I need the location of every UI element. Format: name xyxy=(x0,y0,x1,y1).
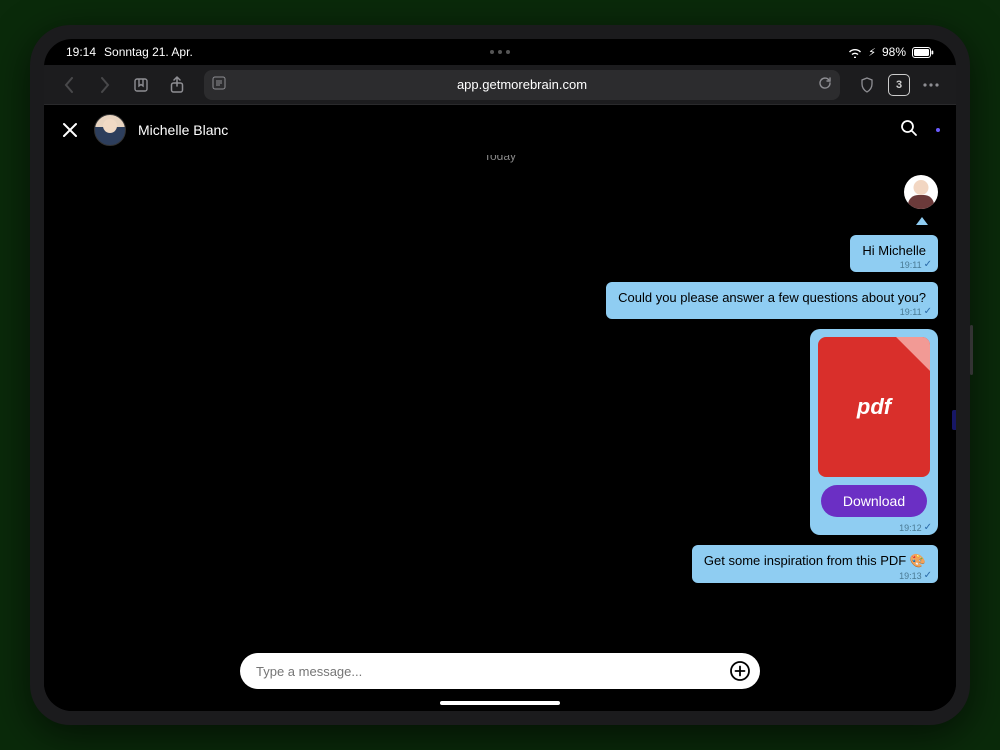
message-bubble[interactable]: Get some inspiration from this PDF 🎨 19:… xyxy=(692,545,938,583)
back-button[interactable] xyxy=(54,70,84,100)
share-button[interactable] xyxy=(162,70,192,100)
tabs-button[interactable]: 3 xyxy=(888,74,910,96)
message-timestamp: 19:13 ✓ xyxy=(899,570,932,581)
sent-check-icon: ✓ xyxy=(924,259,932,270)
message-timestamp: 19:11 ✓ xyxy=(900,306,932,317)
battery-percent: 98% xyxy=(882,45,906,59)
forward-button[interactable] xyxy=(90,70,120,100)
chat-app: Michelle Blanc Today Hi Michelle xyxy=(44,105,956,711)
message-input[interactable] xyxy=(256,664,726,679)
close-button[interactable] xyxy=(58,118,82,142)
sent-check-icon: ✓ xyxy=(924,570,932,581)
device-side-button xyxy=(970,325,973,375)
download-button[interactable]: Download xyxy=(821,485,927,517)
sent-check-icon: ✓ xyxy=(924,306,932,317)
charging-icon: ⚡︎ xyxy=(868,46,876,59)
message-text: Could you please answer a few questions … xyxy=(618,290,926,305)
time-value: 19:12 xyxy=(899,523,922,533)
shield-icon[interactable] xyxy=(852,70,882,100)
sent-check-icon: ✓ xyxy=(924,522,932,533)
presence-indicator xyxy=(934,126,942,134)
contact-name: Michelle Blanc xyxy=(138,122,228,138)
message-composer[interactable] xyxy=(240,653,760,689)
add-attachment-button[interactable] xyxy=(726,657,754,685)
address-bar[interactable]: app.getmorebrain.com xyxy=(204,70,840,100)
bubble-tail xyxy=(916,217,928,225)
chat-header: Michelle Blanc xyxy=(44,105,956,155)
reader-mode-icon[interactable] xyxy=(212,76,226,93)
screen: 19:14 Sonntag 21. Apr. ⚡︎ 98% xyxy=(44,39,956,711)
wifi-icon xyxy=(848,47,862,58)
status-date: Sonntag 21. Apr. xyxy=(104,45,193,59)
message-text: Hi Michelle xyxy=(862,243,926,258)
page-fold-icon xyxy=(896,337,930,371)
pdf-file-icon[interactable]: pdf xyxy=(818,337,930,477)
message-timestamp: 19:12 ✓ xyxy=(899,522,932,533)
device-frame: 19:14 Sonntag 21. Apr. ⚡︎ 98% xyxy=(30,25,970,725)
chat-body: Today Hi Michelle 19:11 ✓ Could you plea… xyxy=(44,155,956,711)
file-type-label: pdf xyxy=(857,394,891,420)
message-column: Hi Michelle 19:11 ✓ Could you please ans… xyxy=(606,175,938,583)
reload-icon[interactable] xyxy=(818,76,832,93)
time-value: 19:11 xyxy=(900,260,922,270)
multitask-dots[interactable] xyxy=(490,50,510,54)
home-indicator[interactable] xyxy=(440,701,560,705)
message-bubble[interactable]: Hi Michelle 19:11 ✓ xyxy=(850,235,938,272)
status-bar: 19:14 Sonntag 21. Apr. ⚡︎ 98% xyxy=(44,39,956,65)
time-value: 19:13 xyxy=(899,571,922,581)
more-button[interactable] xyxy=(916,70,946,100)
status-time: 19:14 xyxy=(66,45,96,59)
tab-count-value: 3 xyxy=(896,79,902,91)
time-value: 19:11 xyxy=(900,307,922,317)
battery-full-icon xyxy=(912,47,934,58)
message-bubble[interactable]: Could you please answer a few questions … xyxy=(606,282,938,319)
search-button[interactable] xyxy=(900,119,918,142)
attachment-bubble[interactable]: pdf Download 19:12 ✓ xyxy=(810,329,938,535)
message-text: Get some inspiration from this PDF 🎨 xyxy=(704,553,926,568)
contact-avatar[interactable] xyxy=(94,114,126,146)
message-timestamp: 19:11 ✓ xyxy=(900,259,932,270)
bookmarks-button[interactable] xyxy=(126,70,156,100)
date-separator: Today xyxy=(484,155,516,163)
sender-avatar[interactable] xyxy=(904,175,938,209)
url-text: app.getmorebrain.com xyxy=(457,77,587,92)
browser-toolbar: app.getmorebrain.com 3 xyxy=(44,65,956,105)
